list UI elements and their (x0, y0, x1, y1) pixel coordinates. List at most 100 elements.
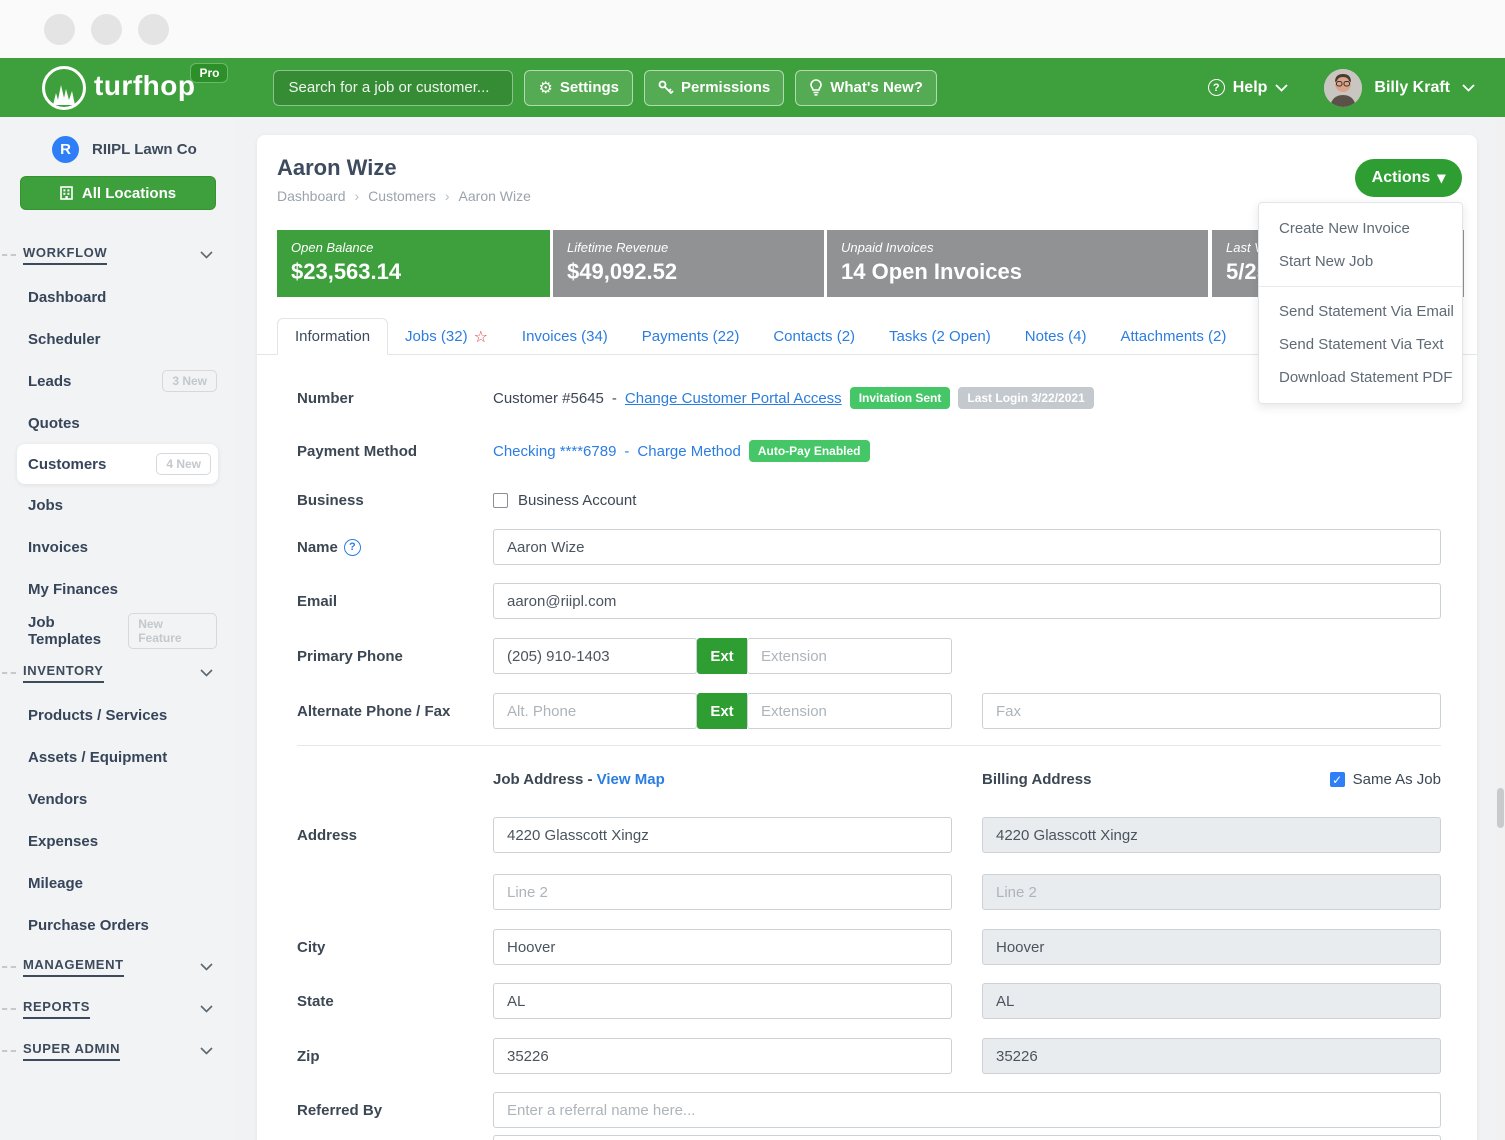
name-row: Name ? (257, 529, 1477, 565)
sidebar: R RIIPL Lawn Co All Locations WORKFLOW D… (0, 117, 235, 1140)
sidebar-item-label: Products / Services (28, 707, 167, 724)
job-address-input[interactable] (493, 817, 952, 853)
new-count-badge: 3 New (162, 370, 217, 392)
job-address-label: Job Address (493, 771, 583, 788)
address-row: Address (257, 817, 1477, 853)
section-label: INVENTORY (23, 663, 104, 683)
job-address-line2-input[interactable] (493, 874, 952, 910)
gear-icon: ⚙ (538, 78, 552, 98)
next-field-partial (493, 1135, 1441, 1140)
name-help-icon[interactable]: ? (344, 539, 361, 556)
job-state-input[interactable] (493, 983, 952, 1019)
primary-phone-extension-input[interactable] (747, 638, 952, 674)
referred-by-input[interactable] (493, 1092, 1441, 1128)
sidebar-item-assets-equipment[interactable]: Assets / Equipment (0, 736, 235, 778)
chevron-down-icon (200, 251, 213, 259)
field-label: Email (297, 583, 337, 619)
fax-input[interactable] (982, 693, 1441, 729)
payment-account-link[interactable]: Checking ****6789 (493, 443, 616, 460)
last-login-badge: Last Login 3/22/2021 (958, 387, 1093, 409)
company-row[interactable]: R RIIPL Lawn Co (52, 136, 235, 163)
field-label: Primary Phone (297, 638, 403, 674)
dash-separator: - (587, 771, 592, 788)
section-header-inventory[interactable]: INVENTORY (0, 652, 235, 694)
charge-method-link[interactable]: Charge Method (637, 443, 740, 460)
section-dash-decoration (2, 254, 16, 256)
chevron-down-icon[interactable] (1462, 84, 1475, 92)
section-dash-decoration (2, 966, 16, 968)
pro-badge: Pro (191, 64, 227, 82)
change-portal-access-link[interactable]: Change Customer Portal Access (625, 390, 842, 407)
sidebar-item-mileage[interactable]: Mileage (0, 862, 235, 904)
job-zip-input[interactable] (493, 1038, 952, 1074)
sidebar-item-my-finances[interactable]: My Finances (0, 568, 235, 610)
user-name[interactable]: Billy Kraft (1374, 79, 1450, 97)
name-input[interactable] (493, 529, 1441, 565)
same-as-job-checkbox[interactable]: ✓ (1330, 772, 1345, 787)
sidebar-item-label: Vendors (28, 791, 87, 808)
job-city-input[interactable] (493, 929, 952, 965)
sidebar-item-dashboard[interactable]: Dashboard (0, 276, 235, 318)
section-header-management[interactable]: MANAGEMENT (0, 946, 235, 988)
help-label: Help (1233, 79, 1268, 97)
field-label: Address (297, 817, 357, 853)
alt-phone-input[interactable] (493, 693, 697, 729)
user-avatar[interactable] (1324, 69, 1362, 107)
whats-new-button[interactable]: What's New? (795, 70, 937, 106)
section-header-reports[interactable]: REPORTS (0, 988, 235, 1030)
business-account-checkbox[interactable] (493, 493, 508, 508)
sidebar-item-leads[interactable]: Leads 3 New (0, 360, 235, 402)
field-label: State (297, 983, 334, 1019)
whats-new-label: What's New? (830, 79, 923, 96)
grass-logo-icon (42, 66, 86, 110)
scrollbar-thumb[interactable] (1497, 788, 1504, 828)
sidebar-item-products-services[interactable]: Products / Services (0, 694, 235, 736)
section-header-workflow[interactable]: WORKFLOW (0, 234, 235, 276)
menu-item-create-new-invoice[interactable]: Create New Invoice (1259, 212, 1462, 245)
sidebar-item-job-templates[interactable]: Job Templates New Feature (0, 610, 235, 652)
all-locations-button[interactable]: All Locations (20, 176, 216, 210)
settings-button[interactable]: ⚙ Settings (524, 70, 633, 106)
view-map-link[interactable]: View Map (597, 771, 665, 788)
chevron-down-icon (200, 963, 213, 971)
dash-separator: - (624, 443, 629, 460)
chevron-down-icon (200, 1005, 213, 1013)
sidebar-item-invoices[interactable]: Invoices (0, 526, 235, 568)
sidebar-item-quotes[interactable]: Quotes (0, 402, 235, 444)
help-menu[interactable]: ? Help (1208, 79, 1289, 97)
same-as-job-label: Same As Job (1353, 771, 1441, 788)
sidebar-item-expenses[interactable]: Expenses (0, 820, 235, 862)
sidebar-item-label: Expenses (28, 833, 98, 850)
menu-item-send-statement-email[interactable]: Send Statement Via Email (1259, 295, 1462, 328)
field-label: City (297, 929, 325, 965)
zip-row: Zip (257, 1038, 1477, 1074)
sidebar-item-label: Leads (28, 373, 71, 390)
sidebar-item-jobs[interactable]: Jobs (0, 484, 235, 526)
settings-label: Settings (560, 79, 619, 96)
sidebar-item-customers[interactable]: Customers 4 New (17, 444, 218, 484)
permissions-button[interactable]: Permissions (644, 70, 784, 106)
sidebar-item-scheduler[interactable]: Scheduler (0, 318, 235, 360)
check-icon: ✓ (1332, 773, 1342, 787)
address-line2-row (257, 874, 1477, 910)
menu-item-download-statement-pdf[interactable]: Download Statement PDF (1259, 361, 1462, 394)
email-input[interactable] (493, 583, 1441, 619)
menu-item-start-new-job[interactable]: Start New Job (1259, 245, 1462, 278)
sidebar-item-label: Dashboard (28, 289, 106, 306)
sidebar-item-label: Assets / Equipment (28, 749, 167, 766)
primary-phone-input[interactable] (493, 638, 697, 674)
field-label: Alternate Phone / Fax (297, 693, 450, 729)
ext-label: Ext (697, 693, 747, 729)
billing-address-label: Billing Address (982, 771, 1091, 788)
brand-logo[interactable]: turfhop Pro (42, 66, 227, 110)
alt-phone-extension-input[interactable] (747, 693, 952, 729)
company-name: RIIPL Lawn Co (92, 141, 197, 158)
menu-item-send-statement-text[interactable]: Send Statement Via Text (1259, 328, 1462, 361)
sidebar-item-vendors[interactable]: Vendors (0, 778, 235, 820)
global-search-input[interactable] (273, 70, 513, 106)
section-header-super-admin[interactable]: SUPER ADMIN (0, 1030, 235, 1072)
sidebar-item-purchase-orders[interactable]: Purchase Orders (0, 904, 235, 946)
billing-city-input (982, 929, 1441, 965)
page-scrollbar[interactable] (1496, 117, 1505, 1140)
invitation-sent-badge: Invitation Sent (850, 387, 951, 409)
